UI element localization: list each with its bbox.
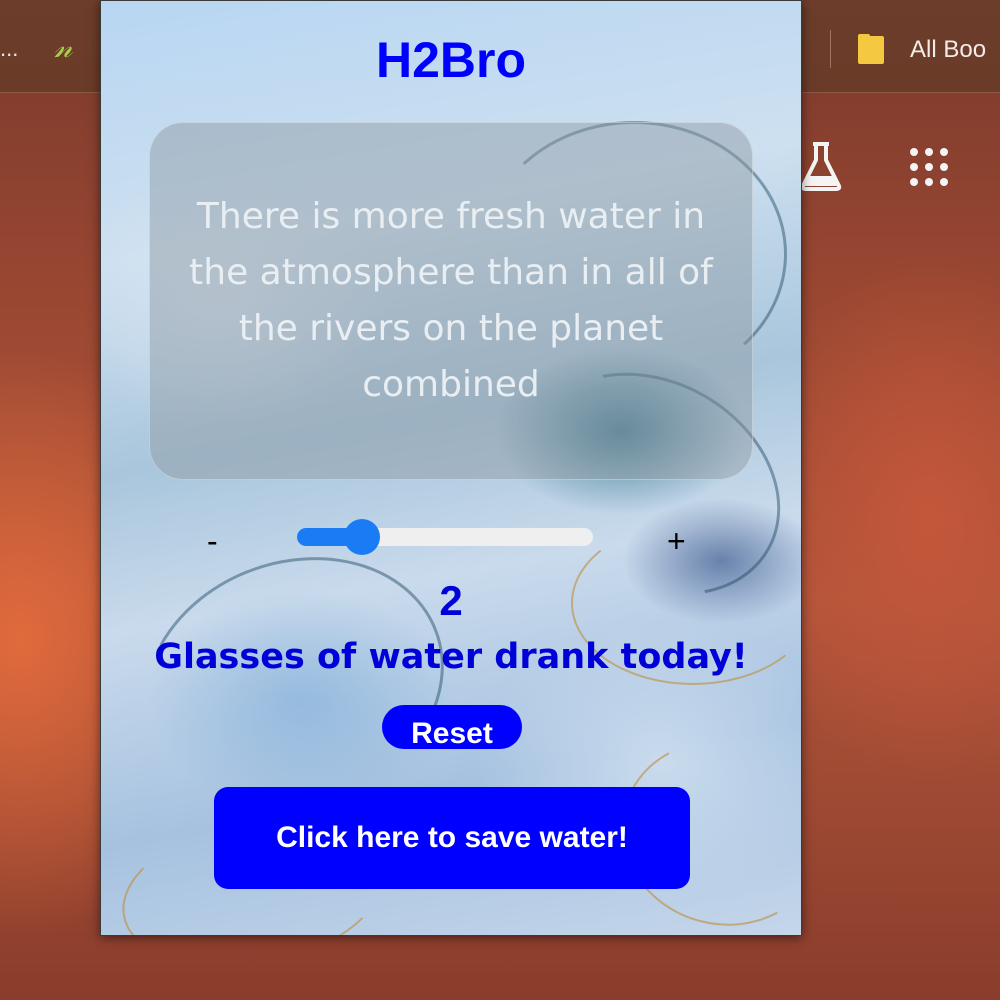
glasses-label: Glasses of water drank today! — [154, 637, 748, 677]
folder-icon[interactable] — [858, 34, 884, 64]
bookmark-separator — [830, 30, 831, 68]
decrement-button[interactable]: - — [207, 523, 218, 560]
reset-button[interactable]: Reset — [382, 705, 522, 749]
glasses-count: 2 — [439, 577, 463, 624]
n-logo-icon[interactable]: 𝓃 — [54, 30, 72, 65]
truncated-bookmark[interactable]: ... — [0, 36, 18, 62]
all-bookmarks-label[interactable]: All Boo — [910, 36, 986, 64]
fact-text: There is more fresh water in the atmosph… — [189, 196, 713, 405]
slider-thumb[interactable] — [344, 519, 381, 555]
extension-popup: H2Bro There is more fresh water in the a… — [100, 0, 802, 936]
apps-grid-icon[interactable] — [906, 146, 952, 192]
save-water-label: Click here to save water! — [276, 821, 628, 854]
app-title: H2Bro — [375, 32, 527, 88]
save-water-button[interactable]: Click here to save water! — [214, 787, 690, 889]
fact-card: There is more fresh water in the atmosph… — [149, 122, 753, 480]
increment-button[interactable]: + — [667, 523, 686, 560]
glasses-slider[interactable] — [297, 519, 593, 555]
flask-icon[interactable] — [798, 140, 844, 192]
